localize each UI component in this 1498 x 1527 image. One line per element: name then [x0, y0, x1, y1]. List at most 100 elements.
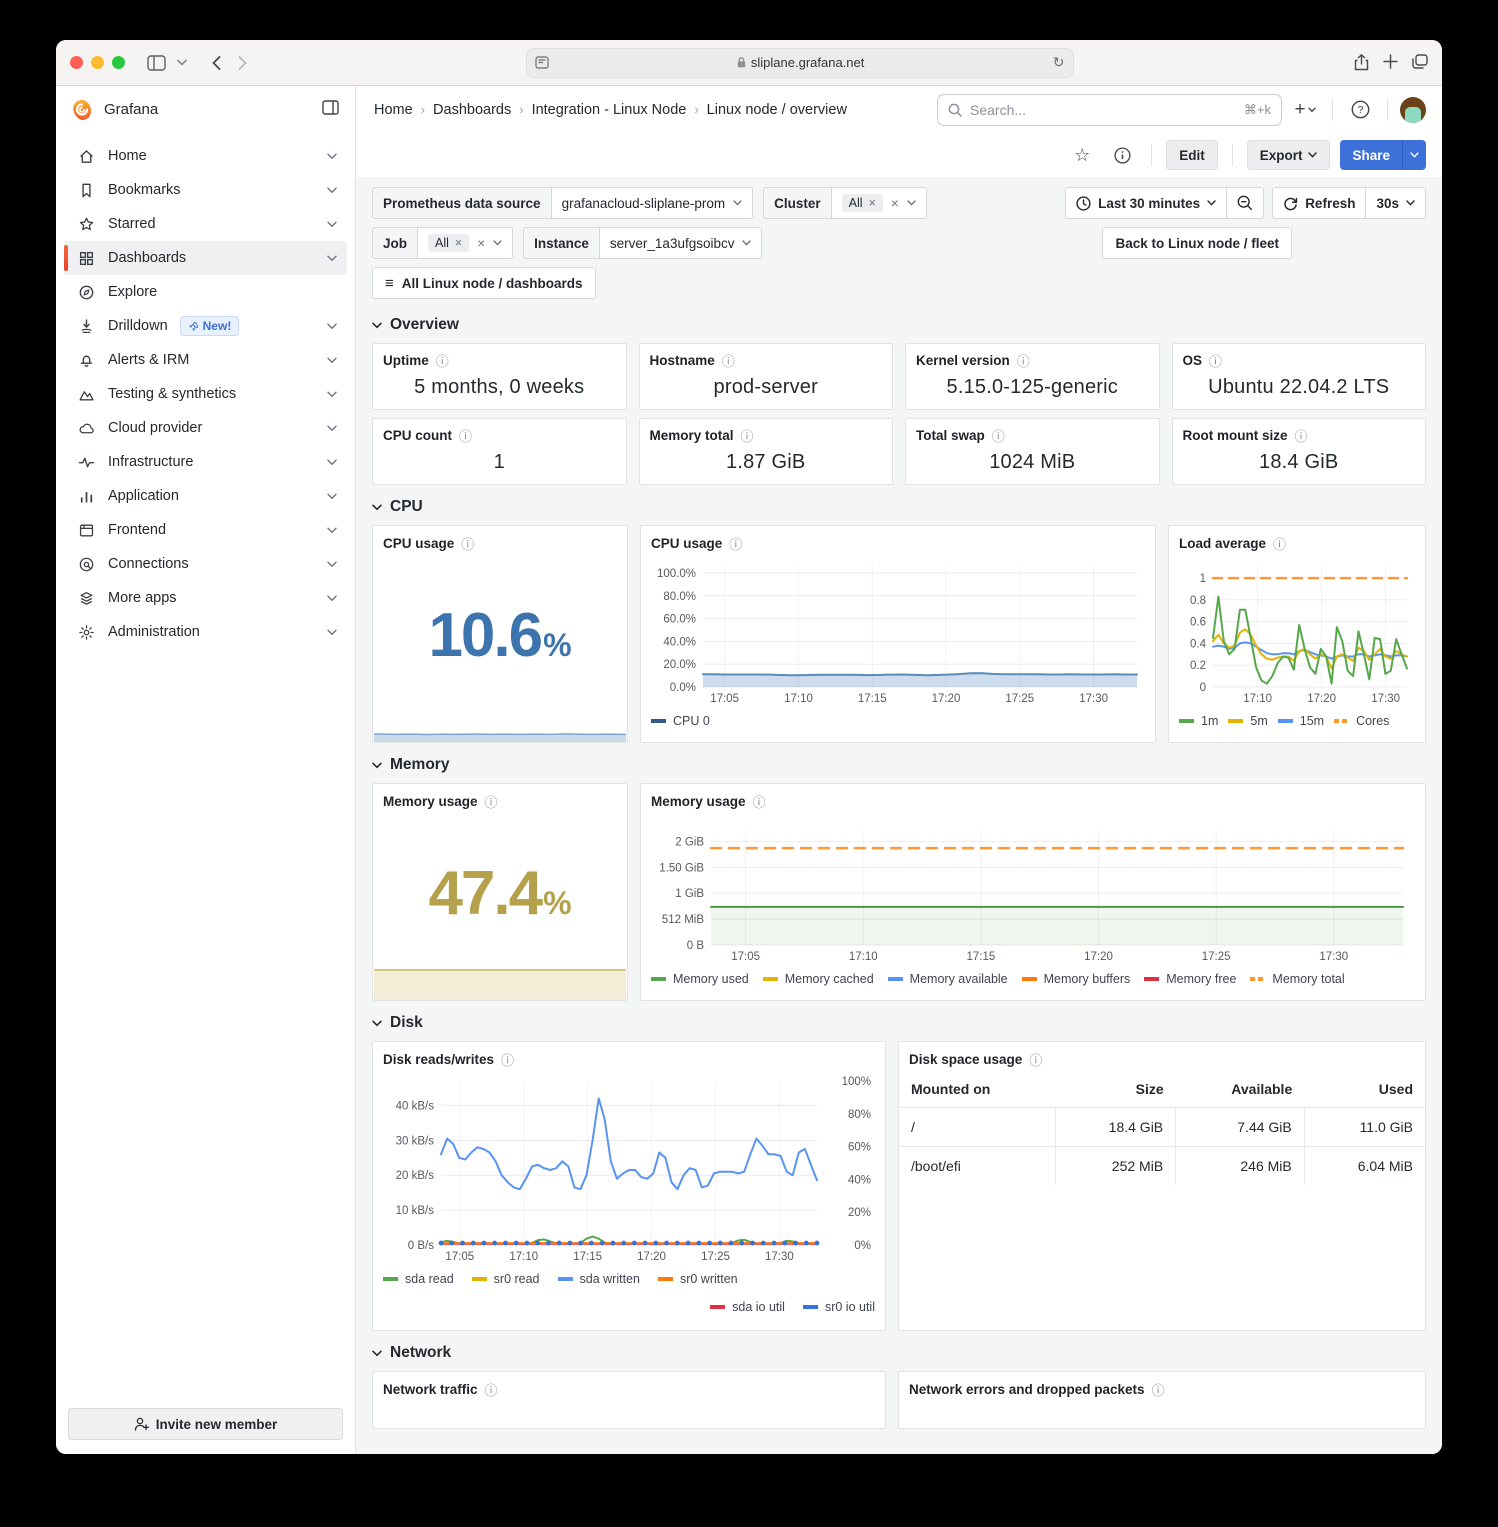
tab-overview-icon[interactable]	[1412, 54, 1428, 71]
chevron-down-icon[interactable]	[493, 240, 502, 246]
sidebar-item-cloud-provider[interactable]: Cloud provider	[64, 411, 347, 445]
column-header[interactable]: Size	[1055, 1071, 1175, 1108]
datasource-value[interactable]: grafanacloud-sliplane-prom	[552, 188, 753, 218]
dashboard-info-icon[interactable]	[1107, 140, 1137, 170]
stat-panel-total-swap[interactable]: Total swapⓘ1024 MiB	[905, 418, 1160, 485]
section-network[interactable]: Network	[372, 1335, 1426, 1371]
chevron-down-icon[interactable]	[327, 454, 337, 470]
stat-panel-hostname[interactable]: Hostnameⓘprod-server	[639, 343, 894, 410]
forward-button[interactable]	[229, 50, 255, 76]
search-box[interactable]: ⌘+k	[937, 94, 1282, 126]
column-header[interactable]: Mounted on	[899, 1071, 1055, 1108]
panel-network-traffic[interactable]: Network trafficⓘ	[372, 1371, 886, 1429]
sidebar-item-infrastructure[interactable]: Infrastructure	[64, 445, 347, 479]
refresh-interval-picker[interactable]: 30s	[1365, 188, 1425, 218]
sidebar-item-alerts-irm[interactable]: Alerts & IRM	[64, 343, 347, 377]
column-header[interactable]: Used	[1304, 1071, 1425, 1108]
stat-panel-root-mount-size[interactable]: Root mount sizeⓘ18.4 GiB	[1172, 418, 1427, 485]
chevron-down-icon[interactable]	[327, 148, 337, 164]
stat-panel-cpu-count[interactable]: CPU countⓘ1	[372, 418, 627, 485]
info-icon[interactable]: ⓘ	[1152, 1380, 1165, 1399]
clear-filter-icon[interactable]: ×	[477, 236, 485, 251]
chevron-down-icon[interactable]	[327, 420, 337, 436]
stat-panel-uptime[interactable]: Uptimeⓘ5 months, 0 weeks	[372, 343, 627, 410]
add-new-button[interactable]: +	[1290, 95, 1320, 125]
zoom-out-time-button[interactable]	[1226, 188, 1263, 218]
stat-panel-memory-total[interactable]: Memory totalⓘ1.87 GiB	[639, 418, 894, 485]
info-icon[interactable]: ⓘ	[459, 426, 472, 445]
edit-button[interactable]: Edit	[1166, 140, 1218, 170]
panel-cpu-usage-gauge[interactable]: CPU usageⓘ 10.6%	[372, 525, 628, 743]
legend-item[interactable]: Memory free	[1144, 972, 1236, 986]
breadcrumb-item[interactable]: Home	[374, 102, 413, 118]
user-avatar[interactable]	[1400, 97, 1426, 123]
share-menu-button[interactable]	[1402, 140, 1426, 170]
zoom-window-button[interactable]	[112, 56, 125, 69]
info-icon[interactable]: ⓘ	[1273, 534, 1286, 553]
instance-value[interactable]: server_1a3ufgsoibcv	[600, 228, 762, 258]
grafana-logo[interactable]	[70, 98, 94, 122]
sidebar-item-home[interactable]: Home	[64, 139, 347, 173]
info-icon[interactable]: ⓘ	[485, 792, 498, 811]
legend-item[interactable]: Memory available	[888, 972, 1008, 986]
info-icon[interactable]: ⓘ	[741, 426, 754, 445]
section-memory[interactable]: Memory	[372, 747, 1426, 783]
all-dashboards-button[interactable]: ≡ All Linux node / dashboards	[372, 267, 596, 299]
info-icon[interactable]: ⓘ	[722, 351, 735, 370]
cluster-chip[interactable]: All×	[842, 194, 883, 212]
sidebar-item-explore[interactable]: Explore	[64, 275, 347, 309]
time-range-picker[interactable]: Last 30 minutes	[1066, 188, 1226, 218]
legend-item[interactable]: sr0 read	[472, 1272, 540, 1286]
legend-item[interactable]: sr0 written	[658, 1272, 738, 1286]
section-disk[interactable]: Disk	[372, 1005, 1426, 1041]
chevron-down-icon[interactable]	[327, 352, 337, 368]
legend-item[interactable]: 1m	[1179, 714, 1218, 728]
column-header[interactable]: Available	[1176, 1071, 1305, 1108]
chevron-down-icon[interactable]	[327, 556, 337, 572]
share-button[interactable]: Share	[1340, 140, 1402, 170]
breadcrumb-item[interactable]: Dashboards	[433, 102, 511, 118]
back-button[interactable]	[203, 50, 229, 76]
back-to-fleet-button[interactable]: Back to Linux node / fleet	[1102, 227, 1292, 259]
disk-reads-writes-chart[interactable]: 17:0517:1017:1517:2017:2517:300 B/s10 kB…	[381, 1073, 875, 1263]
cpu-usage-chart[interactable]: 17:0517:1017:1517:2017:2517:300.0%20.0%4…	[649, 557, 1145, 705]
clear-filter-icon[interactable]: ×	[891, 196, 899, 211]
panel-memory-usage-timeseries[interactable]: Memory usageⓘ 17:0517:1017:1517:2017:251…	[640, 783, 1426, 1001]
info-icon[interactable]: ⓘ	[501, 1050, 514, 1069]
legend-item[interactable]: sda io util	[710, 1300, 785, 1314]
dock-sidebar-icon[interactable]	[322, 100, 339, 120]
search-input[interactable]	[970, 102, 1236, 118]
sidebar-item-application[interactable]: Application	[64, 479, 347, 513]
reader-view-icon[interactable]	[535, 56, 549, 69]
info-icon[interactable]: ⓘ	[729, 534, 742, 553]
sidebar-item-more-apps[interactable]: More apps	[64, 581, 347, 615]
help-icon[interactable]: ?	[1345, 95, 1375, 125]
chevron-down-icon[interactable]	[327, 318, 337, 334]
panel-disk-reads-writes[interactable]: Disk reads/writesⓘ 17:0517:1017:1517:201…	[372, 1041, 886, 1331]
section-cpu[interactable]: CPU	[372, 489, 1426, 525]
stat-panel-kernel-version[interactable]: Kernel versionⓘ5.15.0-125-generic	[905, 343, 1160, 410]
info-icon[interactable]: ⓘ	[1209, 351, 1222, 370]
new-tab-icon[interactable]	[1383, 54, 1398, 71]
section-overview[interactable]: Overview	[372, 307, 1426, 343]
chevron-down-icon[interactable]	[169, 50, 195, 76]
remove-chip-icon[interactable]: ×	[455, 236, 462, 250]
legend-item[interactable]: 5m	[1228, 714, 1267, 728]
legend-item[interactable]: sda written	[558, 1272, 640, 1286]
info-icon[interactable]: ⓘ	[992, 426, 1005, 445]
sidebar-item-testing-synthetics[interactable]: Testing & synthetics	[64, 377, 347, 411]
sidebar-item-starred[interactable]: Starred	[64, 207, 347, 241]
legend-item[interactable]: Memory buffers	[1022, 972, 1131, 986]
legend-item[interactable]: Memory cached	[763, 972, 874, 986]
memory-usage-chart[interactable]: 17:0517:1017:1517:2017:2517:300 B512 MiB…	[649, 823, 1413, 963]
info-icon[interactable]: ⓘ	[1029, 1050, 1042, 1069]
legend-item[interactable]: sr0 io util	[803, 1300, 875, 1314]
sidebar-item-connections[interactable]: Connections	[64, 547, 347, 581]
share-page-icon[interactable]	[1354, 54, 1369, 71]
sidebar-item-drilldown[interactable]: DrilldownNew!	[64, 309, 347, 343]
legend-item[interactable]: Memory total	[1250, 972, 1344, 986]
sidebar-item-frontend[interactable]: Frontend	[64, 513, 347, 547]
chevron-down-icon[interactable]	[327, 182, 337, 198]
chevron-down-icon[interactable]	[327, 250, 337, 266]
breadcrumb-item[interactable]: Integration - Linux Node	[532, 102, 687, 118]
